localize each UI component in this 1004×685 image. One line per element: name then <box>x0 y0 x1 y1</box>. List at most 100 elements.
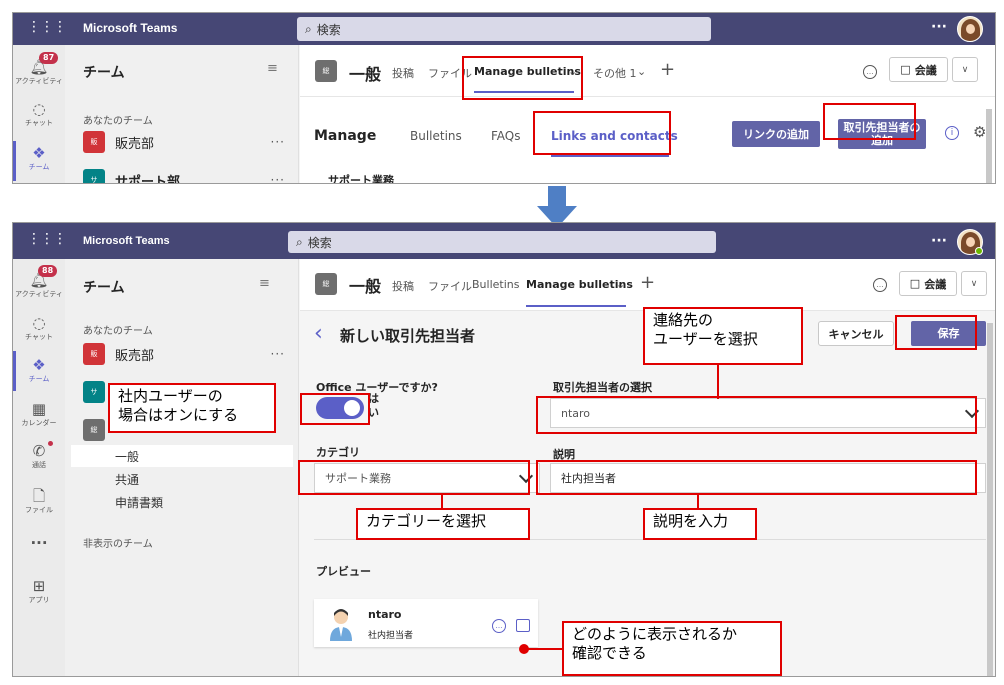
teams-icon: ❖ <box>32 356 46 374</box>
team-row-sales[interactable]: 販 販売部 ··· <box>83 343 293 365</box>
app-title: Microsoft Teams <box>83 235 170 247</box>
scrollbar[interactable] <box>987 323 993 676</box>
section-hidden-teams[interactable]: 非表示のチーム <box>83 535 153 550</box>
channel-selected-bg <box>71 445 293 467</box>
save-button[interactable]: 保存 <box>911 321 986 346</box>
section-your-teams: あなたのチーム <box>83 326 153 337</box>
app-rail: 🔔︎ アクティビティ 87 ◌ チャット ❖ チーム <box>13 45 65 183</box>
chat-icon: ◌ <box>32 314 46 332</box>
tab-files[interactable]: ファイル <box>428 65 472 81</box>
pane-title: チーム <box>83 280 125 296</box>
add-link-button[interactable]: リンクの追加 <box>732 121 820 147</box>
meet-button[interactable]: □ 会議 <box>899 271 957 296</box>
preview-label: プレビュー <box>316 565 371 578</box>
channel-item-forms[interactable]: 申請書類 <box>115 494 163 511</box>
back-chevron-icon[interactable]: ‹ <box>314 321 323 346</box>
description-input[interactable]: 社内担当者 <box>550 463 986 493</box>
activity-badge: 87 <box>39 52 59 64</box>
chevron-down-icon <box>964 403 980 419</box>
tab-posts[interactable]: 投稿 <box>392 65 414 81</box>
team-more-icon[interactable]: ··· <box>271 135 285 149</box>
preview-mail-icon[interactable] <box>516 619 530 632</box>
team-row-sales[interactable]: 販 販売部 ··· <box>83 131 293 153</box>
team-more-icon[interactable]: ··· <box>271 347 285 361</box>
callout-internal-user: 社内ユーザーの 場合はオンにする <box>108 383 276 433</box>
file-icon: 🗋 <box>32 487 46 505</box>
more-options-icon[interactable]: ··· <box>931 233 947 249</box>
rail-item-chat[interactable]: ◌ チャット <box>13 101 65 128</box>
team-more-icon[interactable]: ··· <box>271 173 285 183</box>
app-launcher-icon[interactable]: ⋮⋮⋮ <box>27 19 67 35</box>
chevron-down-icon: ⌄ <box>637 65 647 78</box>
rail-item-teams[interactable]: ❖ チーム <box>13 357 65 384</box>
filter-icon[interactable]: ≡ <box>267 61 278 76</box>
chevron-down-icon: ⌄ <box>616 278 626 291</box>
preview-description: 社内担当者 <box>368 631 414 641</box>
top-screenshot: ⋮⋮⋮ Microsoft Teams ⌕ 検索 ··· 🔔︎ アクティビティ … <box>12 12 996 184</box>
presence-available-icon <box>975 247 983 255</box>
scrollbar[interactable] <box>986 109 992 183</box>
add-tab-icon[interactable]: + <box>660 59 675 80</box>
active-subtab-indicator <box>551 155 669 157</box>
office-user-toggle[interactable] <box>316 397 364 419</box>
more-options-icon[interactable]: ··· <box>931 19 947 35</box>
section-your-teams: あなたのチーム <box>83 116 153 127</box>
meet-button[interactable]: □ 会議 <box>889 57 948 82</box>
meet-dropdown[interactable]: ∨ <box>952 57 978 82</box>
subtab-faqs[interactable]: FAQs <box>491 129 521 143</box>
rail-item-calendar[interactable]: ▦ カレンダー <box>13 401 65 428</box>
rail-item-activity[interactable]: 🔔︎ アクティビティ <box>13 272 65 299</box>
tab-posts[interactable]: 投稿 <box>392 278 414 294</box>
chat-icon: ◌ <box>32 100 46 118</box>
team-row-support[interactable]: サ サポート部 ··· <box>83 169 293 183</box>
channel-item-general[interactable]: 一般 <box>115 448 139 465</box>
add-tab-icon[interactable]: + <box>640 272 655 293</box>
title-bar: ⋮⋮⋮ Microsoft Teams ⌕ 検索 ··· <box>13 223 995 259</box>
app-launcher-icon[interactable]: ⋮⋮⋮ <box>27 231 67 247</box>
rail-item-chat[interactable]: ◌ チャット <box>13 315 65 342</box>
channel-header: 総 一般 投稿 ファイル Manage bulletins ⌄ その他 1 ⌄ … <box>300 45 995 97</box>
active-tab-indicator <box>474 91 574 93</box>
callout-enter-description: 説明を入力 <box>643 508 757 540</box>
chevron-down-icon <box>518 468 534 484</box>
teams-pane: チーム ≡ あなたのチーム 販 販売部 ··· サ サポート部 ··· <box>65 45 299 183</box>
tab-bulletins[interactable]: Bulletins <box>472 278 519 291</box>
contact-select-label: 取引先担当者の選択 <box>553 381 652 394</box>
filter-icon[interactable]: ≡ <box>259 276 270 291</box>
main-content: 総 一般 投稿 ファイル Manage bulletins ⌄ その他 1 ⌄ … <box>300 45 995 183</box>
callout-select-category: カテゴリーを選択 <box>356 508 530 540</box>
title-bar: ⋮⋮⋮ Microsoft Teams ⌕ 検索 ··· <box>13 13 995 45</box>
meet-dropdown[interactable]: ∨ <box>961 271 987 296</box>
cancel-button[interactable]: キャンセル <box>818 321 894 346</box>
rail-item-more[interactable]: ··· <box>13 535 65 552</box>
conversation-icon[interactable]: … <box>873 278 887 292</box>
team-avatar: 総 <box>83 419 105 441</box>
search-input[interactable]: ⌕ 検索 <box>288 231 716 253</box>
contact-select-dropdown[interactable]: ntaro <box>550 398 986 428</box>
rail-item-files[interactable]: 🗋 ファイル <box>13 488 65 515</box>
search-input[interactable]: ⌕ 検索 <box>297 17 711 41</box>
settings-icon[interactable]: ⚙ <box>973 123 986 141</box>
tab-manage-bulletins[interactable]: Manage bulletins <box>474 65 581 78</box>
rail-item-teams[interactable]: ❖ チーム <box>13 145 65 172</box>
preview-chat-icon[interactable]: … <box>492 619 506 633</box>
subtab-manage[interactable]: Manage <box>314 128 376 144</box>
rail-item-activity[interactable]: 🔔︎ アクティビティ <box>13 59 65 86</box>
subtab-bulletins[interactable]: Bulletins <box>410 129 462 143</box>
pane-title: チーム <box>83 65 125 81</box>
team-avatar: 販 <box>83 131 105 153</box>
form-title: 新しい取引先担当者 <box>340 327 476 345</box>
rail-item-apps[interactable]: ⊞ アプリ <box>13 578 65 605</box>
channel-item-common[interactable]: 共通 <box>115 471 139 488</box>
channel-avatar: 総 <box>315 60 337 82</box>
info-icon[interactable]: i <box>945 126 959 140</box>
conversation-icon[interactable]: … <box>863 65 877 79</box>
category-dropdown[interactable]: サポート業務 <box>314 463 540 493</box>
add-contact-button[interactable]: 取引先担当者の 追加 <box>838 119 926 149</box>
tab-files[interactable]: ファイル <box>428 278 472 294</box>
rail-item-calls[interactable]: ✆ 通話 <box>13 443 65 470</box>
teams-icon: ❖ <box>32 144 46 162</box>
tab-more[interactable]: その他 1 <box>593 65 637 81</box>
avatar[interactable] <box>957 16 983 42</box>
subtab-links-contacts[interactable]: Links and contacts <box>551 129 678 143</box>
